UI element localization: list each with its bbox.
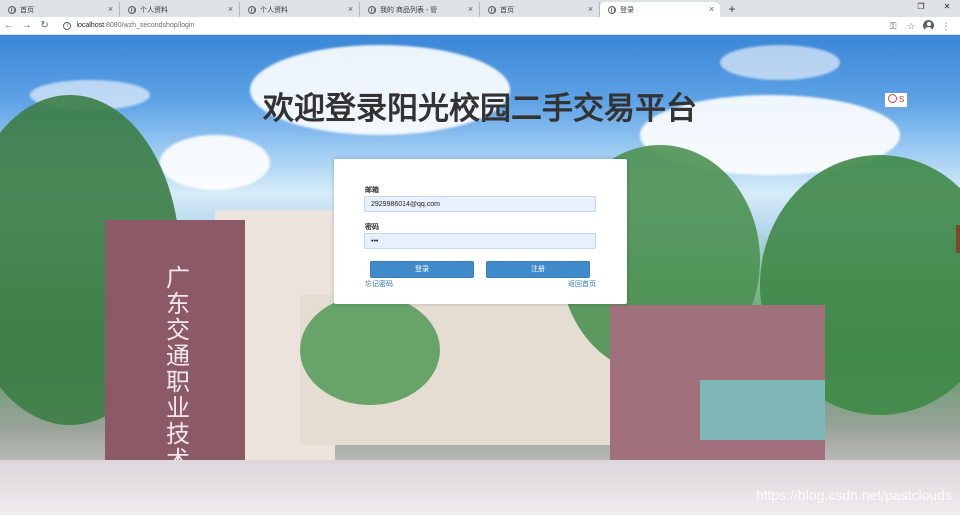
watermark: https://blog.csdn.net/pastclouds: [755, 487, 952, 503]
restore-window-icon[interactable]: ❐: [908, 0, 934, 14]
browser-tab-active[interactable]: 登录 ×: [600, 2, 720, 17]
globe-icon: [248, 5, 256, 14]
globe-icon: [608, 5, 616, 14]
close-window-icon[interactable]: ✕: [934, 0, 960, 14]
password-field[interactable]: [364, 233, 596, 249]
login-button[interactable]: 登录: [370, 261, 474, 278]
cloud: [720, 45, 840, 80]
tab-title: 登录: [620, 6, 634, 14]
new-tab-button[interactable]: +: [724, 2, 740, 17]
address-bar[interactable]: i localhost:8080/wzh_secondshop/login: [57, 19, 887, 33]
browser-tab[interactable]: 个人资料 ×: [120, 2, 240, 17]
tab-title: 个人资料: [140, 6, 168, 14]
browser-tab[interactable]: 首页 ×: [0, 2, 120, 17]
globe-icon: [488, 5, 496, 14]
browser-tab[interactable]: 我的 商品列表 - 管 ×: [360, 2, 480, 17]
back-arrow-icon[interactable]: ←: [0, 18, 18, 34]
tab-title: 首页: [20, 6, 34, 14]
tab-title: 个人资料: [260, 6, 288, 14]
close-icon[interactable]: ×: [226, 5, 235, 14]
register-button[interactable]: 注册: [486, 261, 590, 278]
back-home-link[interactable]: 返回首页: [568, 279, 596, 289]
page-viewport: 广东交通职业技术学院 S 欢迎登录阳光校园二手交易平台 邮箱 密码 登录 注册 …: [0, 35, 960, 515]
browser-tab[interactable]: 个人资料 ×: [240, 2, 360, 17]
email-label: 邮箱: [365, 187, 379, 194]
key-icon[interactable]: ⚿: [887, 20, 899, 32]
cloud: [160, 135, 270, 190]
login-panel: 邮箱 密码 登录 注册 忘记密码 返回首页: [334, 159, 627, 304]
tree: [300, 295, 440, 405]
forgot-password-link[interactable]: 忘记密码: [365, 279, 393, 289]
close-icon[interactable]: ×: [586, 5, 595, 14]
url-path: :8080/wzh_secondshop/login: [104, 22, 195, 29]
close-icon[interactable]: ×: [106, 5, 115, 14]
forward-arrow-icon[interactable]: →: [18, 18, 36, 34]
more-menu-icon[interactable]: ⋮: [940, 20, 952, 32]
tab-title: 首页: [500, 6, 514, 14]
tab-title: 我的 商品列表 - 管: [380, 6, 438, 14]
close-icon[interactable]: ×: [707, 5, 716, 14]
globe-icon: [368, 5, 376, 14]
profile-avatar-icon[interactable]: [923, 20, 934, 31]
reload-icon[interactable]: ↻: [36, 18, 54, 34]
browser-toolbar: ← → ↻ i localhost:8080/wzh_secondshop/lo…: [0, 17, 960, 35]
side-scroll-handle[interactable]: [956, 225, 960, 253]
password-label: 密码: [365, 224, 379, 231]
close-icon[interactable]: ×: [466, 5, 475, 14]
window-controls: ❐ ✕: [908, 0, 960, 17]
globe-icon: [8, 5, 16, 14]
toolbar-actions: ⚿ ☆ ⋮: [887, 20, 960, 32]
browser-tab-strip: 首页 × 个人资料 × 个人资料 × 我的 商品列表 - 管 × 首页 × 登录…: [0, 0, 960, 17]
url-host: localhost: [76, 22, 105, 29]
globe-icon: [128, 5, 136, 14]
info-icon[interactable]: i: [63, 21, 72, 30]
email-field[interactable]: [364, 196, 596, 212]
close-icon[interactable]: ×: [346, 5, 355, 14]
star-icon[interactable]: ☆: [905, 20, 917, 32]
gatehouse-window: [700, 380, 825, 440]
page-title: 欢迎登录阳光校园二手交易平台: [263, 91, 697, 127]
browser-tab[interactable]: 首页 ×: [480, 2, 600, 17]
